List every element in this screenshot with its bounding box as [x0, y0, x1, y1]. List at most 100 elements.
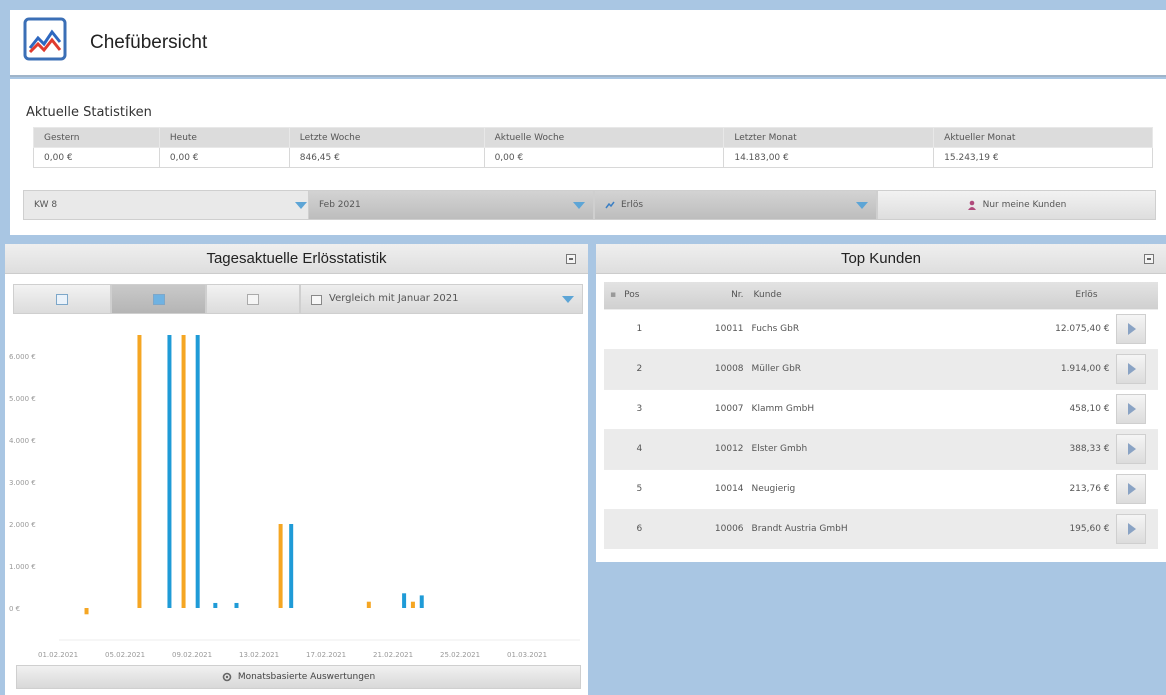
- stats-col-letzter-monat: Letzter Monat: [723, 127, 935, 148]
- open-customer-button[interactable]: [1115, 434, 1146, 464]
- bar-chart-icon: [56, 294, 68, 305]
- row-kunde: Neugierig: [747, 468, 1021, 509]
- chart-toolbar: Vergleich mit Januar 2021: [13, 284, 583, 314]
- stats-value-letzter-monat: 14.183,00 €: [723, 147, 935, 168]
- my-customers-label: Nur meine Kunden: [982, 200, 1067, 210]
- table-row: 4 10012 Elster Gmbh 388,33 €: [604, 428, 1158, 469]
- stats-value-aktuelle-woche: 0,00 €: [483, 147, 725, 168]
- metric-select[interactable]: Erlös: [594, 190, 877, 220]
- monthly-reports-button[interactable]: Monatsbasierte Auswertungen: [16, 665, 581, 689]
- row-action: [1115, 428, 1158, 469]
- stats-section: Aktuelle Statistiken Gestern Heute Letzt…: [10, 79, 1166, 235]
- chart-bar: [419, 595, 424, 608]
- y-tick-label: 3.000 €: [9, 479, 36, 487]
- area-chart-view-button[interactable]: [111, 284, 206, 314]
- y-tick-label: 4.000 €: [9, 437, 36, 445]
- table-row: 5 10014 Neugierig 213,76 €: [604, 468, 1158, 509]
- table-header-row: ▪ Pos Nr. Kunde Erlös: [604, 282, 1158, 309]
- col-kunde[interactable]: Kunde: [747, 282, 1021, 309]
- chart-bar: [195, 335, 200, 608]
- chart-bar: [181, 335, 186, 608]
- table-row: 2 10008 Müller GbR 1.914,00 €: [604, 348, 1158, 389]
- chart-bar: [234, 602, 239, 608]
- month-select[interactable]: Feb 2021: [308, 190, 594, 220]
- table-row: 3 10007 Klamm GmbH 458,10 €: [604, 388, 1158, 429]
- y-tick-label: 6.000 €: [9, 353, 36, 361]
- month-select-value: Feb 2021: [319, 200, 361, 210]
- row-nr: 10014: [674, 468, 748, 509]
- stats-col-letzte-woche: Letzte Woche: [288, 127, 485, 148]
- y-tick-label: 0 €: [9, 605, 20, 613]
- top-customers-panel: Top Kunden ▪ Pos Nr. Kunde Erlös 1 10011 …: [596, 244, 1166, 562]
- x-tick-label: 21.02.2021: [373, 651, 413, 659]
- row-erloes: 458,10 €: [1020, 388, 1116, 429]
- x-tick-label: 25.02.2021: [440, 651, 480, 659]
- col-actions: [1115, 282, 1158, 309]
- header: Chefübersicht: [10, 10, 1166, 77]
- table-view-button[interactable]: [206, 284, 300, 314]
- table-row: 6 10006 Brandt Austria GmbH 195,60 €: [604, 508, 1158, 549]
- compare-select[interactable]: Vergleich mit Januar 2021: [300, 284, 583, 314]
- row-nr: 10011: [674, 308, 748, 349]
- top-customers-title: Top Kunden: [840, 250, 922, 267]
- row-erloes: 195,60 €: [1020, 508, 1116, 549]
- sort-icon: ▪: [610, 290, 617, 301]
- chart-bar: [84, 608, 89, 615]
- row-kunde: Fuchs GbR: [747, 308, 1021, 349]
- my-customers-button[interactable]: Nur meine Kunden: [877, 190, 1156, 220]
- chevron-down-icon: [295, 202, 307, 209]
- open-customer-button[interactable]: [1115, 474, 1146, 504]
- open-customer-button[interactable]: [1115, 354, 1146, 384]
- chart-bar: [213, 602, 218, 608]
- chevron-down-icon: [562, 296, 574, 303]
- compare-select-value: Vergleich mit Januar 2021: [329, 293, 459, 304]
- row-action: [1115, 308, 1158, 349]
- minimize-icon[interactable]: [1144, 254, 1154, 264]
- row-nr: 10008: [674, 348, 748, 389]
- row-erloes: 213,76 €: [1020, 468, 1116, 509]
- x-tick-label: 01.03.2021: [507, 651, 547, 659]
- row-nr: 10007: [674, 388, 748, 429]
- x-tick-label: 17.02.2021: [306, 651, 346, 659]
- metric-select-value: Erlös: [621, 200, 644, 210]
- stats-value-letzte-woche: 846,45 €: [288, 147, 485, 168]
- table-row: 1 10011 Fuchs GbR 12.075,40 €: [604, 308, 1158, 349]
- open-customer-button[interactable]: [1115, 394, 1146, 424]
- bar-chart-view-button[interactable]: [13, 284, 111, 314]
- row-pos: 4: [604, 428, 675, 469]
- col-erloes[interactable]: Erlös: [1020, 282, 1116, 309]
- row-action: [1115, 348, 1158, 389]
- chart-bar: [137, 335, 142, 608]
- stats-header-row: Gestern Heute Letzte Woche Aktuelle Woch…: [33, 127, 1153, 148]
- row-erloes: 1.914,00 €: [1020, 348, 1116, 389]
- x-tick-label: 13.02.2021: [239, 651, 279, 659]
- row-kunde: Klamm GmbH: [747, 388, 1021, 429]
- row-nr: 10012: [674, 428, 748, 469]
- row-action: [1115, 468, 1158, 509]
- stats-col-gestern: Gestern: [33, 127, 160, 148]
- col-nr[interactable]: Nr.: [674, 282, 748, 309]
- revenue-chart: 6.000 € 5.000 € 4.000 € 3.000 € 2.000 € 1.000…: [9, 335, 580, 659]
- stats-heading: Aktuelle Statistiken: [26, 105, 152, 120]
- open-customer-button[interactable]: [1115, 314, 1146, 344]
- row-pos: 2: [604, 348, 675, 389]
- row-pos: 6: [604, 508, 675, 549]
- week-select[interactable]: KW 8: [23, 190, 316, 220]
- gear-icon: [222, 672, 232, 681]
- week-select-value: KW 8: [34, 200, 58, 210]
- stats-col-aktueller-monat: Aktueller Monat: [933, 127, 1153, 148]
- col-pos[interactable]: ▪ Pos: [604, 282, 675, 309]
- y-tick-label: 2.000 €: [9, 521, 36, 529]
- row-pos: 1: [604, 308, 675, 349]
- row-action: [1115, 388, 1158, 429]
- row-kunde: Brandt Austria GmbH: [747, 508, 1021, 549]
- chart-bar: [366, 601, 371, 608]
- chart-bar: [167, 335, 172, 608]
- minimize-icon[interactable]: [566, 254, 576, 264]
- row-kunde: Müller GbR: [747, 348, 1021, 389]
- open-customer-button[interactable]: [1115, 514, 1146, 545]
- top-customers-header: Top Kunden: [596, 244, 1166, 274]
- chevron-down-icon: [856, 202, 868, 209]
- page-title: Chefübersicht: [90, 32, 208, 53]
- chart-logo-icon: [23, 17, 67, 61]
